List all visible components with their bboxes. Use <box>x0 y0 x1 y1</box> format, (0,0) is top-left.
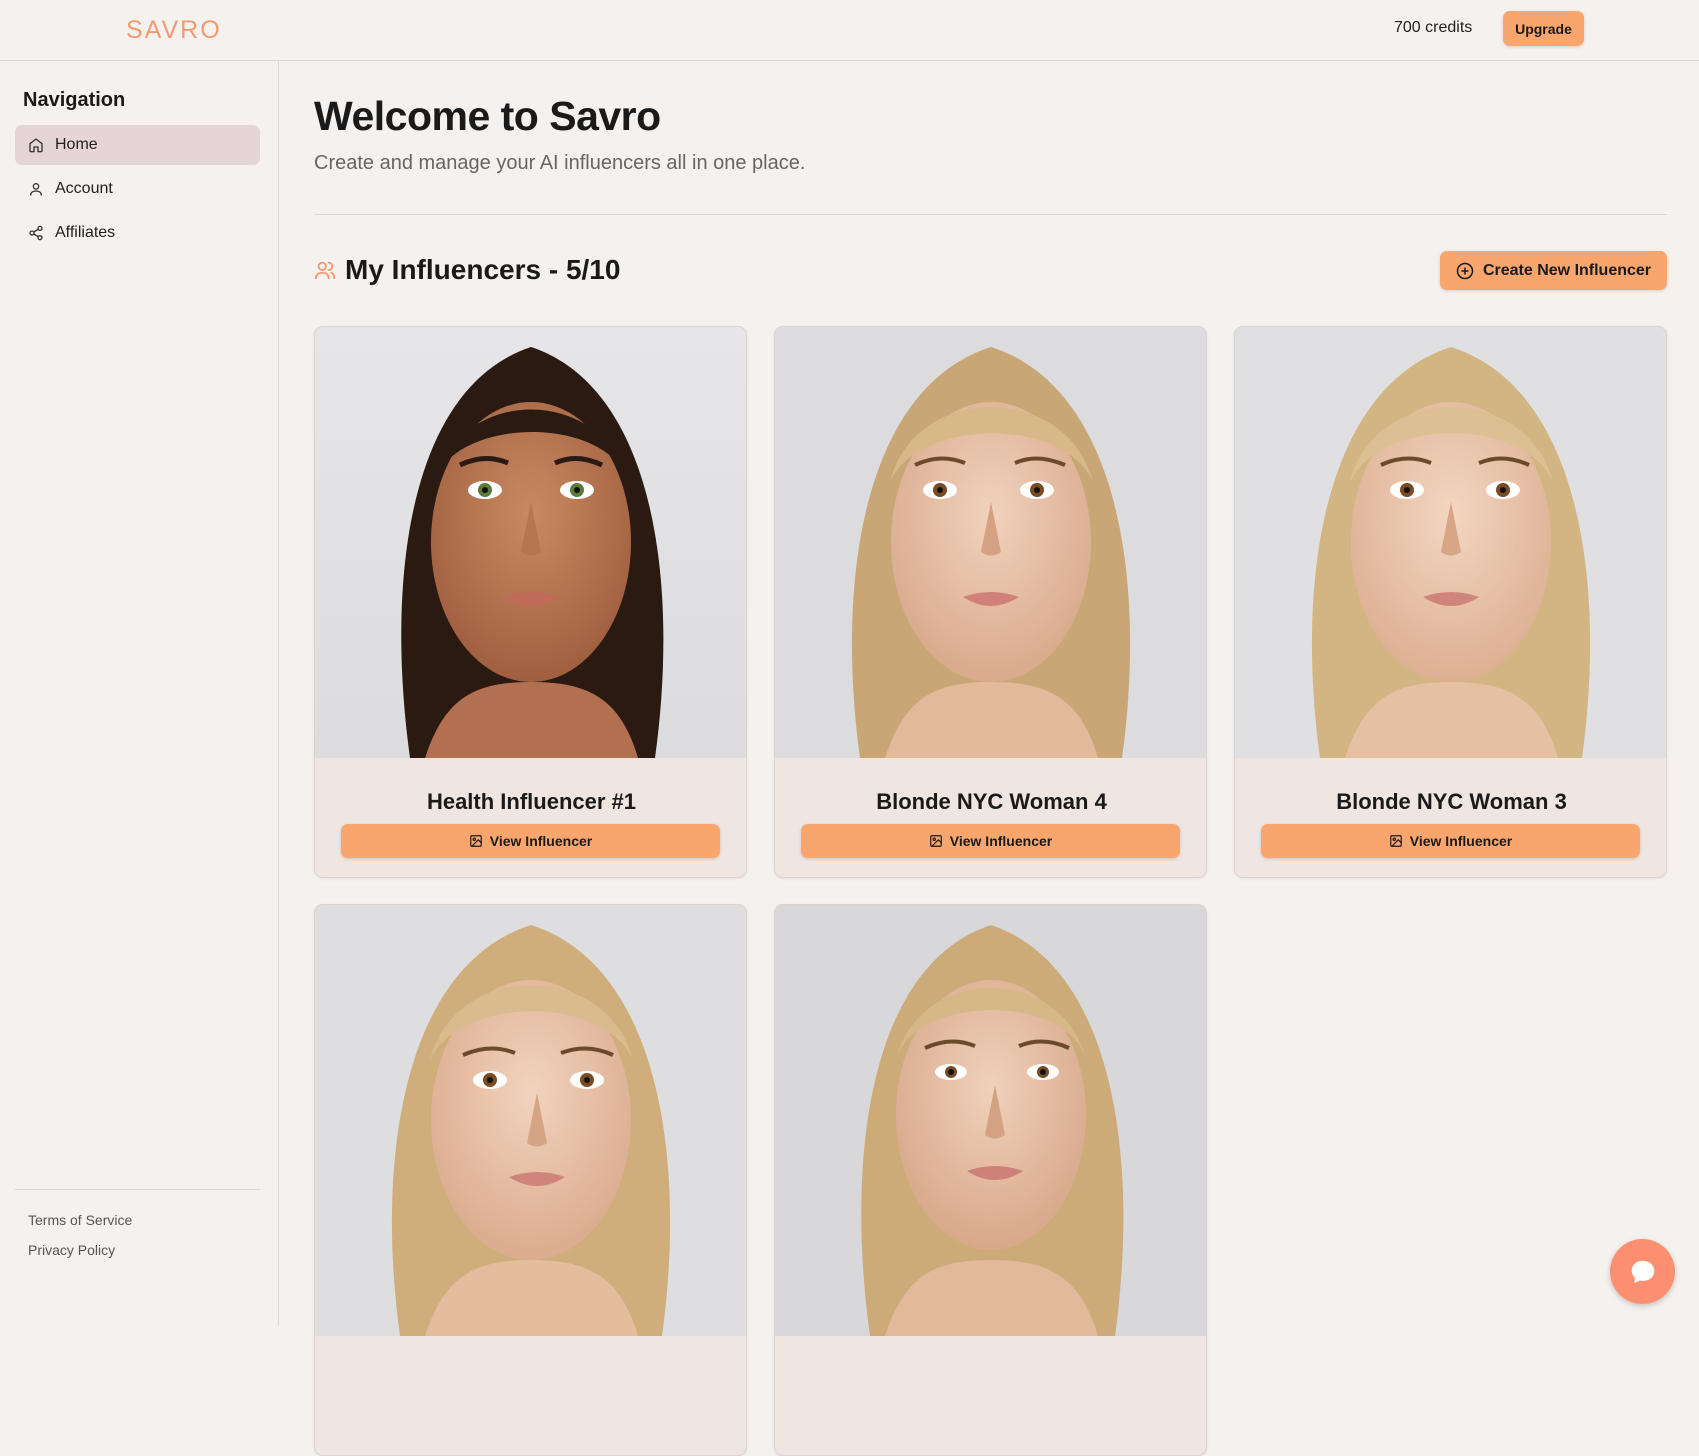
view-influencer-button[interactable]: View Influencer <box>1261 824 1640 858</box>
influencer-portrait <box>1235 327 1666 758</box>
section-header: My Influencers - 5/10 <box>314 254 620 286</box>
sidebar-item-account[interactable]: Account <box>15 169 260 209</box>
influencer-card[interactable] <box>314 904 747 1456</box>
users-icon <box>314 261 336 280</box>
page-subtitle: Create and manage your AI influencers al… <box>314 152 806 174</box>
view-influencer-label: View Influencer <box>949 833 1053 849</box>
share-icon <box>29 225 43 241</box>
sidebar-item-label: Home <box>55 136 98 153</box>
influencer-card[interactable] <box>774 904 1207 1456</box>
influencer-name: Blonde NYC Woman 4 <box>876 789 1107 814</box>
view-influencer-label: View Influencer <box>489 833 593 849</box>
sidebar-item-home[interactable]: Home <box>15 125 260 165</box>
sidebar-divider <box>15 1189 260 1190</box>
sidebar-item-label: Account <box>55 180 113 197</box>
section-title: My Influencers - 5/10 <box>345 254 621 285</box>
main-content: Welcome to Savro Create and manage your … <box>279 61 1699 1456</box>
sidebar-item-affiliates[interactable]: Affiliates <box>15 213 260 253</box>
influencer-card[interactable]: Blonde NYC Woman 4 View Influencer <box>774 326 1207 878</box>
page-title: Welcome to Savro <box>314 93 661 139</box>
view-influencer-label: View Influencer <box>1409 833 1513 849</box>
logo[interactable]: SAVRO <box>126 16 222 45</box>
top-bar: SAVRO 700 credits Upgrade <box>0 0 1699 61</box>
divider <box>314 214 1667 215</box>
influencer-name: Blonde NYC Woman 3 <box>1336 789 1567 814</box>
influencer-card[interactable]: Health Influencer #1 View Influencer <box>314 326 747 878</box>
sidebar: Navigation Home Account Affiliates Terms… <box>0 61 279 1326</box>
plus-circle-icon <box>1456 262 1474 279</box>
influencer-portrait <box>315 905 746 1336</box>
view-influencer-button[interactable]: View Influencer <box>341 824 720 858</box>
image-icon <box>469 835 482 847</box>
chat-button[interactable] <box>1610 1239 1675 1304</box>
home-icon <box>29 138 43 153</box>
chat-icon <box>1631 1260 1654 1283</box>
upgrade-button[interactable]: Upgrade <box>1503 11 1584 46</box>
influencer-portrait <box>775 905 1206 1336</box>
image-icon <box>929 835 942 847</box>
sidebar-item-label: Affiliates <box>55 224 116 241</box>
influencer-portrait <box>315 327 746 758</box>
influencer-portrait <box>775 327 1206 758</box>
nav-title: Navigation <box>23 89 126 111</box>
credits-counter: 700 credits <box>1394 19 1473 36</box>
view-influencer-button[interactable]: View Influencer <box>801 824 1180 858</box>
create-influencer-button[interactable]: Create New Influencer <box>1440 251 1667 290</box>
influencer-card[interactable]: Blonde NYC Woman 3 View Influencer <box>1234 326 1667 878</box>
create-influencer-label: Create New Influencer <box>1482 261 1652 279</box>
influencer-name: Health Influencer #1 <box>426 789 637 814</box>
user-icon <box>30 183 42 196</box>
image-icon <box>1389 835 1402 847</box>
terms-link[interactable]: Terms of Service <box>28 1212 132 1228</box>
privacy-link[interactable]: Privacy Policy <box>28 1242 115 1258</box>
